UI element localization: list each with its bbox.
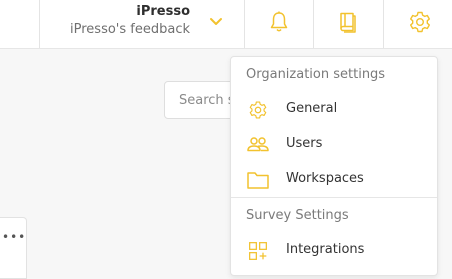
more-options-icon[interactable]: ••• <box>2 230 26 244</box>
divider <box>39 0 40 48</box>
organization-subtitle[interactable]: iPresso's feedback <box>70 22 190 37</box>
menu-item-users[interactable]: Users <box>231 128 437 162</box>
chevron-down-icon[interactable] <box>208 16 224 28</box>
search-placeholder: Search s <box>179 93 235 108</box>
menu-item-integrations[interactable]: Integrations <box>231 234 437 268</box>
organization-settings-heading: Organization settings <box>246 67 386 82</box>
menu-item-workspaces[interactable]: Workspaces <box>231 163 437 197</box>
users-icon <box>247 137 269 152</box>
card-edge: ••• <box>0 217 27 279</box>
book-icon[interactable] <box>336 10 360 34</box>
gear-icon <box>249 101 267 119</box>
integrations-icon <box>249 242 267 260</box>
menu-item-label: Integrations <box>286 242 365 257</box>
organization-name[interactable]: iPresso <box>136 4 190 19</box>
menu-item-label: Users <box>286 136 323 151</box>
menu-separator <box>231 197 437 198</box>
survey-settings-heading: Survey Settings <box>246 208 349 223</box>
menu-item-label: General <box>286 101 338 116</box>
top-bar: iPresso iPresso's feedback <box>0 0 452 49</box>
folder-icon <box>247 172 269 189</box>
bell-icon[interactable] <box>267 10 291 34</box>
menu-item-general[interactable]: General <box>231 93 437 127</box>
menu-item-label: Workspaces <box>286 171 364 186</box>
gear-icon[interactable] <box>408 10 432 34</box>
settings-dropdown-menu: Organization settings General Users Work… <box>230 56 438 276</box>
divider <box>313 0 314 48</box>
divider <box>244 0 245 48</box>
divider <box>383 0 384 48</box>
